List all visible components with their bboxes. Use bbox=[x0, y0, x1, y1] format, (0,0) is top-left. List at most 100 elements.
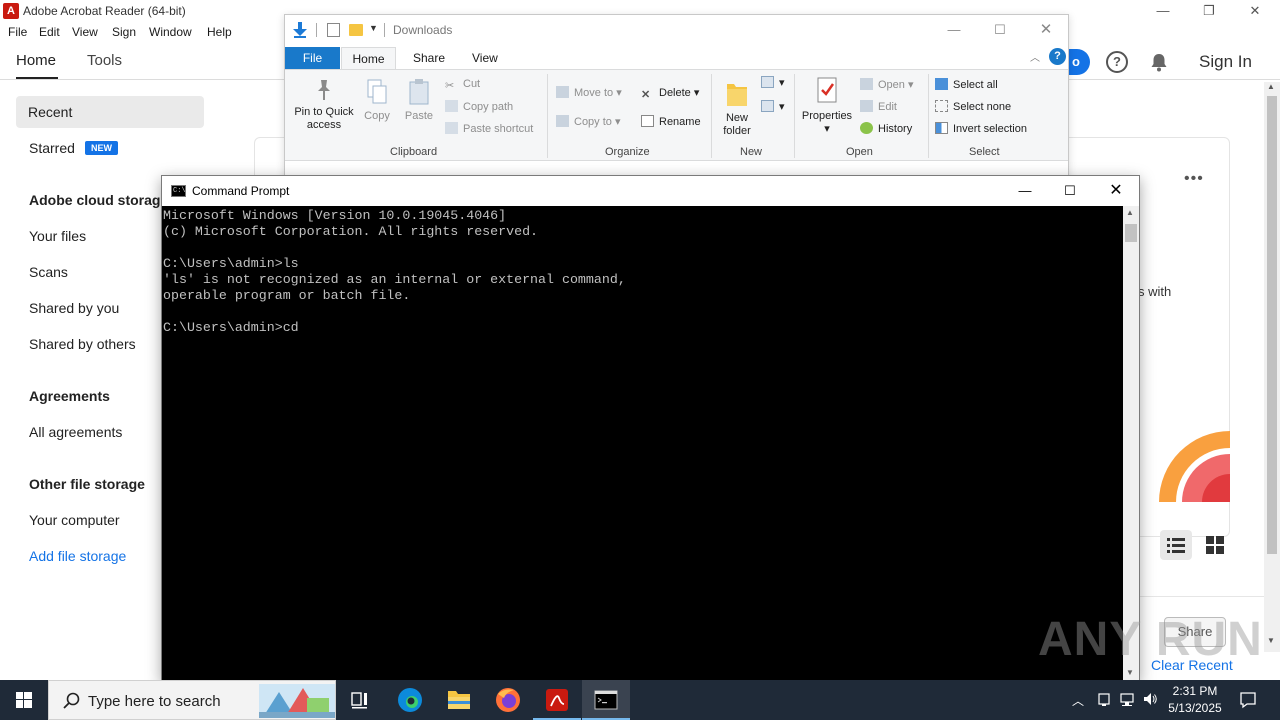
cmd-titlebar[interactable]: C:\ Command Prompt — ☐ ✕ bbox=[162, 176, 1139, 206]
sidebar-item-your-computer[interactable]: Your computer bbox=[29, 512, 120, 528]
explorer-close-button[interactable]: ✕ bbox=[1023, 21, 1069, 39]
properties-button[interactable]: Properties ▾ bbox=[799, 76, 855, 136]
menu-window[interactable]: Window bbox=[149, 25, 192, 39]
sidebar-item-your-files[interactable]: Your files bbox=[29, 228, 86, 244]
edit-button[interactable]: Edit bbox=[860, 100, 897, 113]
properties-icon bbox=[817, 77, 837, 103]
copy-path-button[interactable]: Copy path bbox=[445, 100, 513, 113]
acrobat-scrollbar[interactable]: ▲ ▼ bbox=[1264, 82, 1280, 652]
copy-to-button[interactable]: Copy to ▾ bbox=[556, 115, 621, 128]
cmd-output-text: Microsoft Windows [Version 10.0.19045.40… bbox=[163, 208, 626, 335]
open-label: Open bbox=[878, 79, 905, 91]
explorer-maximize-button[interactable]: ☐ bbox=[977, 21, 1023, 39]
customize-toolbar-icon[interactable]: ▼ bbox=[369, 23, 378, 33]
sidebar-item-shared-by-others[interactable]: Shared by others bbox=[29, 336, 136, 352]
cmd-maximize-button[interactable]: ☐ bbox=[1047, 182, 1093, 200]
scrollbar-thumb[interactable] bbox=[1125, 224, 1137, 242]
cut-button[interactable]: ✂ Cut bbox=[445, 78, 480, 92]
taskbar-edge-button[interactable] bbox=[386, 680, 434, 720]
move-to-button[interactable]: Move to ▾ bbox=[556, 86, 622, 99]
task-view-button[interactable] bbox=[336, 680, 384, 720]
tab-file[interactable]: File bbox=[285, 47, 340, 69]
tab-tools[interactable]: Tools bbox=[87, 52, 122, 69]
paste-button[interactable]: Paste bbox=[401, 78, 437, 123]
help-icon[interactable]: ? bbox=[1106, 51, 1128, 73]
grid-view-icon[interactable] bbox=[1206, 536, 1224, 554]
taskbar: Type here to search ︿ 2:31 PM 5/13/2025 bbox=[0, 680, 1280, 720]
down-arrow-icon[interactable] bbox=[293, 22, 307, 38]
open-button[interactable]: Open ▾ bbox=[860, 78, 914, 91]
show-hidden-icons-icon[interactable]: ︿ bbox=[1072, 692, 1084, 709]
more-options-icon[interactable]: ••• bbox=[1184, 170, 1204, 188]
taskbar-cmd-button[interactable] bbox=[582, 680, 630, 720]
new-folder-quick-icon[interactable] bbox=[349, 24, 363, 36]
tray-device-icon[interactable] bbox=[1096, 691, 1112, 707]
explorer-titlebar: ▼ Downloads — ☐ ✕ bbox=[285, 15, 1068, 45]
select-none-icon bbox=[935, 100, 948, 112]
taskbar-search-box[interactable]: Type here to search bbox=[48, 680, 336, 720]
add-file-storage-link[interactable]: Add file storage bbox=[29, 548, 126, 564]
tab-home[interactable]: Home bbox=[341, 47, 396, 70]
delete-label: Delete bbox=[659, 87, 691, 99]
sidebar-item-recent[interactable]: Recent bbox=[16, 96, 204, 128]
acrobat-minimize-button[interactable]: — bbox=[1140, 2, 1186, 20]
scrollbar-thumb[interactable] bbox=[1267, 96, 1277, 554]
new-item-button[interactable]: ▾ bbox=[761, 76, 785, 89]
invert-selection-button[interactable]: Invert selection bbox=[935, 122, 1027, 135]
tab-home[interactable]: Home bbox=[16, 52, 56, 69]
network-icon[interactable] bbox=[1119, 691, 1135, 707]
menu-help[interactable]: Help bbox=[207, 25, 232, 39]
scissors-icon: ✂ bbox=[445, 80, 455, 92]
action-center-icon[interactable] bbox=[1238, 690, 1258, 710]
notification-bell-icon[interactable] bbox=[1150, 52, 1168, 72]
easy-access-button[interactable]: ▾ bbox=[761, 100, 785, 113]
list-view-button[interactable] bbox=[1160, 530, 1192, 560]
explorer-minimize-button[interactable]: — bbox=[931, 21, 977, 39]
select-none-button[interactable]: Select none bbox=[935, 100, 1011, 113]
help-icon[interactable]: ? bbox=[1049, 48, 1066, 65]
sidebar-item-shared-by-you[interactable]: Shared by you bbox=[29, 300, 119, 316]
scroll-down-arrow-icon[interactable]: ▼ bbox=[1267, 636, 1275, 645]
taskbar-firefox-button[interactable] bbox=[484, 680, 532, 720]
scroll-up-arrow-icon[interactable]: ▲ bbox=[1126, 208, 1134, 217]
sidebar-item-starred[interactable]: Starred bbox=[29, 140, 75, 156]
select-all-button[interactable]: Select all bbox=[935, 78, 998, 91]
cmd-minimize-button[interactable]: — bbox=[1002, 182, 1048, 200]
collapse-ribbon-icon[interactable]: ︿ bbox=[1030, 49, 1040, 64]
volume-icon[interactable] bbox=[1142, 691, 1158, 707]
menu-edit[interactable]: Edit bbox=[39, 25, 60, 39]
pin-to-quick-access-button[interactable]: Pin to Quick access bbox=[290, 78, 358, 132]
paste-shortcut-label: Paste shortcut bbox=[463, 123, 534, 135]
sidebar-item-all-agreements[interactable]: All agreements bbox=[29, 424, 122, 440]
acrobat-restore-button[interactable]: ❐ bbox=[1186, 2, 1232, 20]
taskbar-acrobat-button[interactable] bbox=[533, 680, 581, 720]
menu-file[interactable]: File bbox=[8, 25, 27, 39]
history-button[interactable]: History bbox=[860, 122, 912, 135]
copy-button[interactable]: Copy bbox=[359, 78, 395, 123]
properties-quick-icon[interactable] bbox=[327, 23, 340, 37]
sign-in-button[interactable]: Sign In bbox=[1199, 52, 1252, 72]
rename-button[interactable]: Rename bbox=[641, 115, 701, 128]
move-to-icon bbox=[556, 86, 569, 98]
tab-share[interactable]: Share bbox=[413, 51, 445, 65]
delete-button[interactable]: ✕ Delete ▾ bbox=[641, 86, 699, 101]
open-icon bbox=[860, 78, 873, 90]
sidebar-item-scans[interactable]: Scans bbox=[29, 264, 68, 280]
tab-view[interactable]: View bbox=[472, 51, 498, 65]
taskbar-clock[interactable]: 2:31 PM 5/13/2025 bbox=[1160, 683, 1230, 717]
taskbar-file-explorer-button[interactable] bbox=[435, 680, 483, 720]
menu-sign[interactable]: Sign bbox=[112, 25, 136, 39]
new-folder-button[interactable]: New folder bbox=[717, 78, 757, 138]
menu-view[interactable]: View bbox=[72, 25, 98, 39]
scroll-up-arrow-icon[interactable]: ▲ bbox=[1267, 82, 1275, 91]
start-button[interactable] bbox=[0, 680, 48, 720]
acrobat-reader-icon bbox=[546, 689, 568, 711]
cmd-close-button[interactable]: ✕ bbox=[1093, 182, 1139, 200]
scroll-down-arrow-icon[interactable]: ▼ bbox=[1126, 668, 1134, 677]
cmd-scrollbar[interactable]: ▲ ▼ bbox=[1123, 206, 1139, 680]
acrobat-close-button[interactable]: ✕ bbox=[1232, 2, 1278, 20]
paste-shortcut-button[interactable]: Paste shortcut bbox=[445, 122, 533, 135]
group-label-open: Open bbox=[846, 146, 873, 158]
cmd-console[interactable]: Microsoft Windows [Version 10.0.19045.40… bbox=[162, 206, 1123, 680]
properties-dropdown-icon[interactable]: ▾ bbox=[799, 123, 855, 136]
